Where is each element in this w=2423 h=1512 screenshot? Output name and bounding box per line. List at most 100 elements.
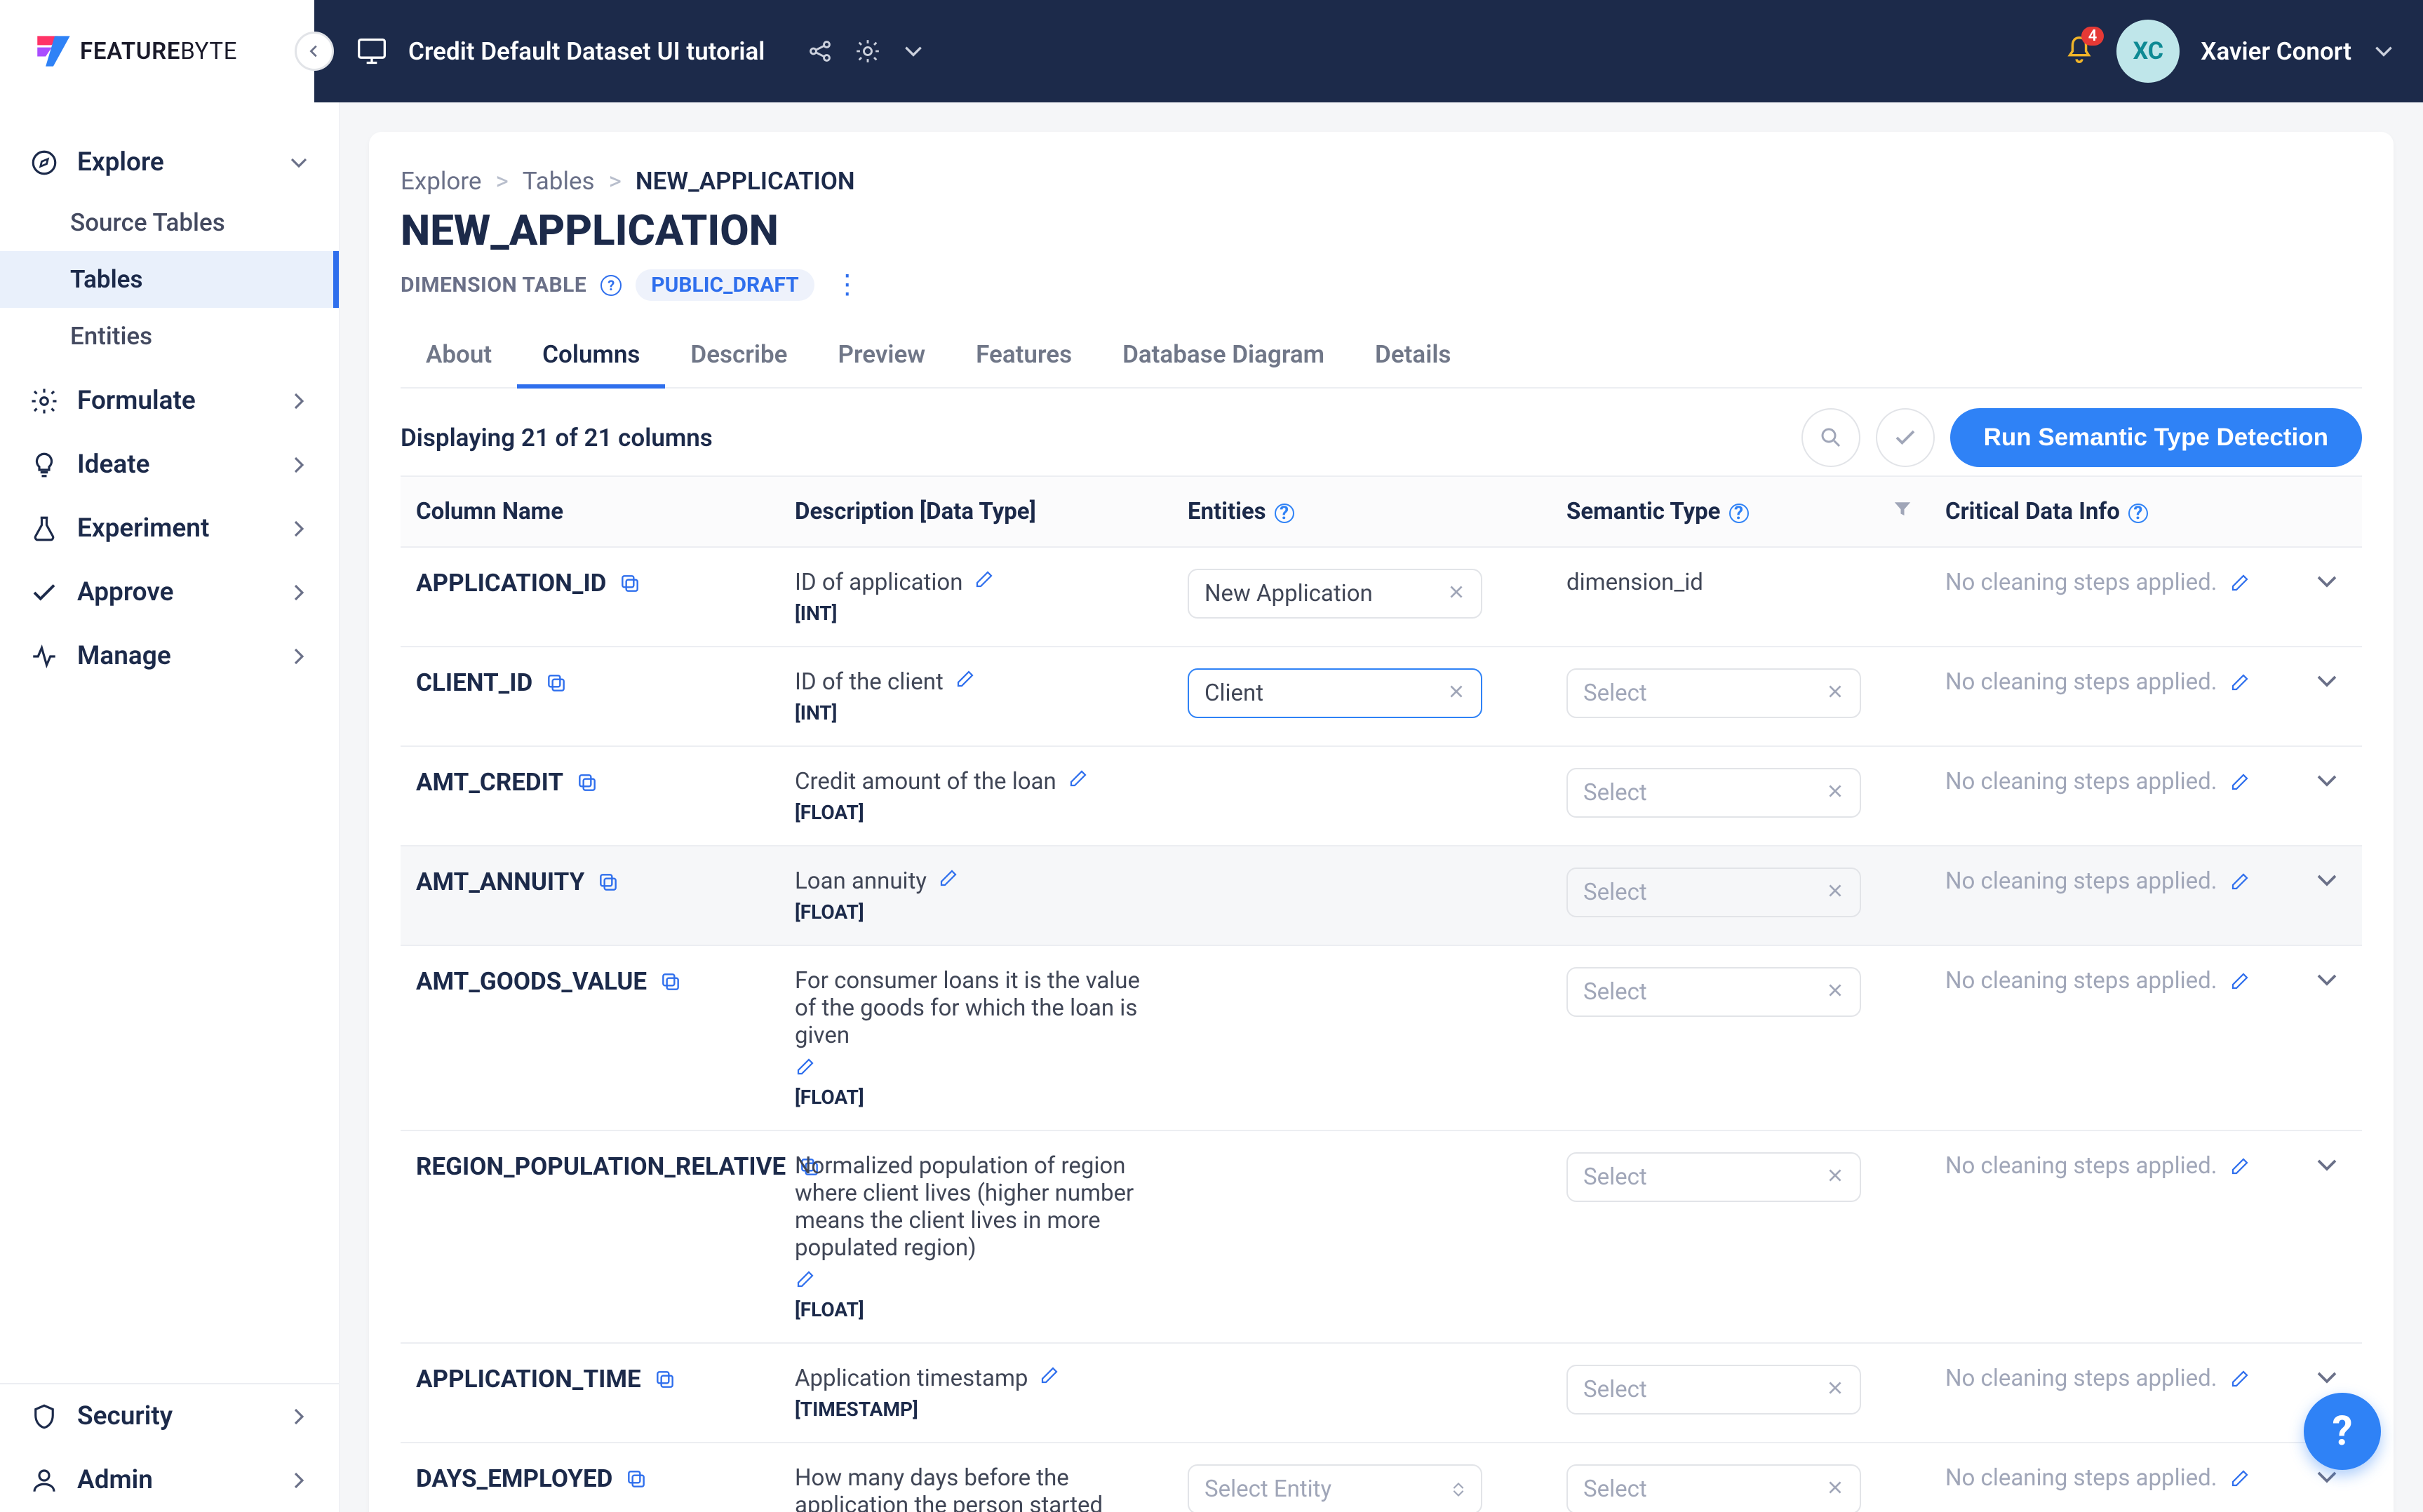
share-icon[interactable] <box>807 38 833 65</box>
tab-about[interactable]: About <box>401 325 517 387</box>
help-icon[interactable]: ? <box>2128 504 2148 523</box>
breadcrumb-tables[interactable]: Tables <box>523 167 595 196</box>
sidebar-item-experiment[interactable]: Experiment <box>0 497 339 560</box>
tab-details[interactable]: Details <box>1350 325 1476 387</box>
gear-icon[interactable] <box>854 38 881 65</box>
edit-icon[interactable] <box>955 668 976 689</box>
semantic-select[interactable]: Select <box>1566 1152 1861 1202</box>
close-icon[interactable] <box>1826 682 1844 701</box>
copy-icon[interactable] <box>576 771 598 794</box>
user-name[interactable]: Xavier Conort <box>2201 37 2351 66</box>
tab-preview[interactable]: Preview <box>813 325 951 387</box>
breadcrumb: Explore > Tables > NEW_APPLICATION <box>401 167 2362 196</box>
help-icon[interactable]: ? <box>1275 504 1294 523</box>
expand-row-button[interactable] <box>2292 647 2362 715</box>
copy-icon[interactable] <box>654 1368 676 1391</box>
sidebar: Explore Source Tables Tables Entities Fo… <box>0 102 340 1512</box>
sidebar-item-ideate[interactable]: Ideate <box>0 433 339 497</box>
entity-select[interactable]: Select Entity <box>1188 1464 1482 1512</box>
help-icon[interactable]: ? <box>1729 504 1749 523</box>
tab-database-diagram[interactable]: Database Diagram <box>1097 325 1350 387</box>
copy-icon[interactable] <box>545 672 568 694</box>
expand-row-button[interactable] <box>2292 1131 2362 1199</box>
close-icon[interactable] <box>1447 583 1465 601</box>
sidebar-item-formulate[interactable]: Formulate <box>0 369 339 433</box>
help-fab[interactable]: ? <box>2304 1393 2381 1470</box>
notification-badge: 4 <box>2081 27 2105 46</box>
copy-icon[interactable] <box>597 871 619 893</box>
close-icon[interactable] <box>1826 882 1844 900</box>
semantic-select[interactable]: Select <box>1566 1365 1861 1415</box>
topbar-right: 4 XC Xavier Conort <box>2063 20 2395 83</box>
run-semantic-button[interactable]: Run Semantic Type Detection <box>1950 408 2362 467</box>
search-button[interactable] <box>1801 408 1860 467</box>
dataset-title[interactable]: Credit Default Dataset UI tutorial <box>408 37 765 66</box>
edit-icon[interactable] <box>2229 572 2250 593</box>
header-description: Description [Data Type] <box>779 477 1172 546</box>
column-name: AMT_ANNUITY <box>416 868 764 896</box>
sidebar-item-manage[interactable]: Manage <box>0 624 339 688</box>
close-icon[interactable] <box>1826 981 1844 999</box>
close-icon[interactable] <box>1447 682 1465 701</box>
close-icon[interactable] <box>1826 782 1844 800</box>
entity-select[interactable]: New Application <box>1188 569 1482 619</box>
sidebar-item-security[interactable]: Security <box>0 1384 339 1448</box>
expand-row-button[interactable] <box>2292 846 2362 914</box>
edit-icon[interactable] <box>2229 871 2250 892</box>
expand-row-button[interactable] <box>2292 548 2362 615</box>
cdi-text: No cleaning steps applied. <box>1945 668 2276 696</box>
semantic-select[interactable]: Select <box>1566 868 1861 917</box>
tabs: AboutColumnsDescribePreviewFeaturesDatab… <box>401 325 2362 389</box>
edit-icon[interactable] <box>795 1269 816 1290</box>
edit-icon[interactable] <box>2229 672 2250 693</box>
close-icon[interactable] <box>1826 1478 1844 1497</box>
expand-row-button[interactable] <box>2292 747 2362 814</box>
edit-icon[interactable] <box>1068 768 1089 789</box>
semantic-select[interactable]: Select <box>1566 1464 1861 1512</box>
edit-icon[interactable] <box>2229 1368 2250 1389</box>
notifications-button[interactable]: 4 <box>2063 34 2095 69</box>
kebab-menu[interactable]: ⋮ <box>828 278 866 292</box>
breadcrumb-explore[interactable]: Explore <box>401 167 481 196</box>
brand-logo[interactable]: FEATUREBYTE <box>35 34 237 68</box>
sidebar-item-tables[interactable]: Tables <box>0 251 339 308</box>
sidebar-item-admin[interactable]: Admin <box>0 1448 339 1512</box>
semantic-select[interactable]: Select <box>1566 967 1861 1017</box>
edit-icon[interactable] <box>938 868 959 889</box>
semantic-select[interactable]: Select <box>1566 768 1861 818</box>
data-type: [TIMESTAMP] <box>795 1398 1157 1421</box>
copy-icon[interactable] <box>619 572 641 595</box>
edit-icon[interactable] <box>1039 1365 1060 1386</box>
filter-icon[interactable] <box>1892 498 1913 519</box>
sidebar-label: Explore <box>77 147 164 177</box>
edit-icon[interactable] <box>974 569 995 590</box>
edit-icon[interactable] <box>2229 971 2250 992</box>
sidebar-item-entities[interactable]: Entities <box>0 308 339 365</box>
chevron-down-icon[interactable] <box>902 40 925 62</box>
edit-icon[interactable] <box>2229 1468 2250 1489</box>
close-icon[interactable] <box>1826 1166 1844 1184</box>
copy-icon[interactable] <box>659 971 682 993</box>
description: ID of the client <box>795 668 944 696</box>
edit-icon[interactable] <box>795 1056 816 1077</box>
table-row: CLIENT_IDID of the client[INT]ClientSele… <box>401 647 2362 747</box>
avatar[interactable]: XC <box>2116 20 2180 83</box>
tab-describe[interactable]: Describe <box>665 325 812 387</box>
expand-row-button[interactable] <box>2292 946 2362 1013</box>
collapse-sidebar-button[interactable] <box>295 32 334 71</box>
check-button[interactable] <box>1876 408 1935 467</box>
close-icon[interactable] <box>1826 1379 1844 1397</box>
sidebar-item-source-tables[interactable]: Source Tables <box>0 194 339 251</box>
sidebar-item-approve[interactable]: Approve <box>0 560 339 624</box>
page-title: NEW_APPLICATION <box>401 205 2362 255</box>
info-icon[interactable]: ? <box>600 275 622 296</box>
edit-icon[interactable] <box>2229 1156 2250 1177</box>
edit-icon[interactable] <box>2229 771 2250 792</box>
copy-icon[interactable] <box>625 1468 647 1490</box>
entity-select[interactable]: Client <box>1188 668 1482 718</box>
semantic-select[interactable]: Select <box>1566 668 1861 718</box>
tab-features[interactable]: Features <box>951 325 1097 387</box>
sidebar-item-explore[interactable]: Explore <box>0 130 339 194</box>
user-menu-chevron-icon[interactable] <box>2372 40 2395 62</box>
tab-columns[interactable]: Columns <box>517 325 665 389</box>
